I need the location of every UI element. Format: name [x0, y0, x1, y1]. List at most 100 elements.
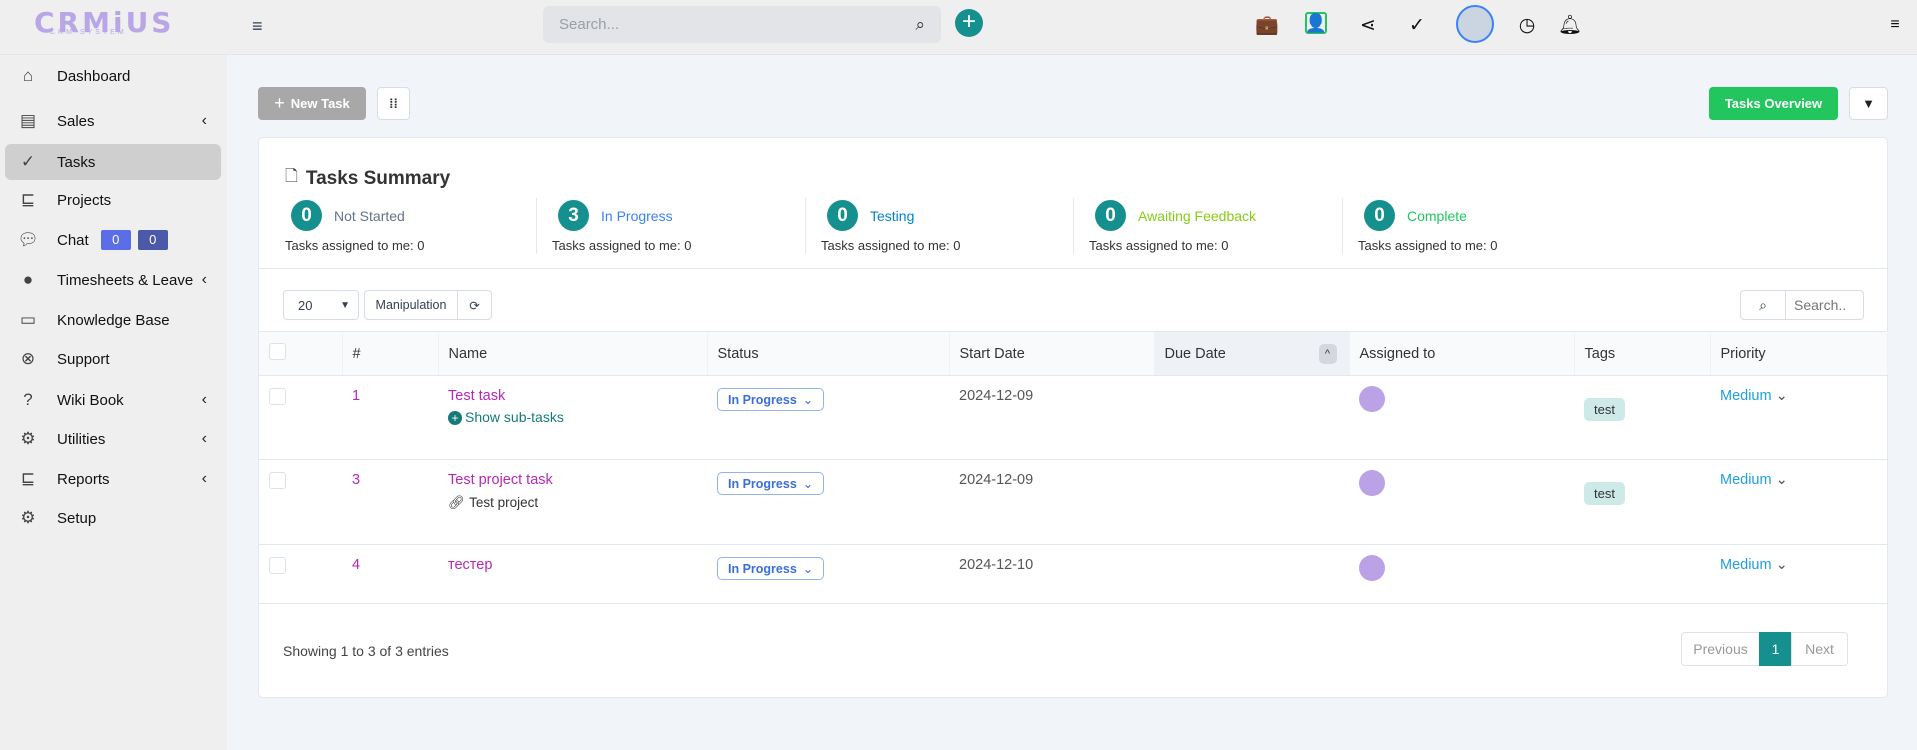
page-1-button[interactable]: 1: [1759, 632, 1792, 666]
sidebar-item-projects[interactable]: ⊑ Projects: [5, 182, 221, 218]
task-name-link[interactable]: Test project task: [448, 472, 553, 488]
new-task-button[interactable]: + New Task: [258, 87, 366, 120]
sidebar-item-label: Support: [57, 350, 110, 368]
task-id-link[interactable]: 4: [352, 557, 360, 573]
column-header[interactable]: Assigned to: [1349, 331, 1575, 376]
sidebar-item-knowledge-base[interactable]: ▭ Knowledge Base: [5, 302, 221, 338]
check-circle-icon: ✓: [20, 152, 36, 171]
sidebar-item-support[interactable]: ⊗ Support: [5, 341, 221, 377]
clock-icon[interactable]: ◷: [1514, 12, 1540, 38]
filter-icon: ▼: [1862, 96, 1875, 111]
sidebar-item-label: Knowledge Base: [57, 311, 170, 329]
menu-icon[interactable]: ≡: [1882, 12, 1908, 38]
sidebar-item-timesheets[interactable]: ● Timesheets & Leave ‹: [5, 262, 221, 298]
column-label: Status: [717, 345, 759, 362]
task-id-link[interactable]: 1: [352, 388, 360, 404]
column-header[interactable]: Tags: [1574, 331, 1711, 376]
project-name: Test project: [469, 495, 539, 510]
start-date: 2024-12-10: [949, 544, 1154, 604]
quick-add-button[interactable]: +: [955, 9, 983, 37]
previous-page-button[interactable]: Previous: [1681, 632, 1760, 666]
plus-circle-icon: +: [448, 411, 462, 425]
sidebar-item-label: Setup: [57, 509, 97, 527]
column-header[interactable]: Start Date: [949, 331, 1155, 376]
table-actions: Manipulation ⟳: [364, 290, 492, 320]
search-placeholder: Search...: [559, 16, 620, 33]
contact-chat-icon[interactable]: 👤: [1305, 12, 1327, 34]
chevron-down-icon: ⌄: [1775, 472, 1788, 488]
task-name-link[interactable]: тестер: [448, 557, 492, 573]
assignee-avatar[interactable]: [1359, 555, 1385, 581]
select-all-checkbox[interactable]: [269, 343, 286, 360]
priority-dropdown[interactable]: Medium ⌄: [1720, 472, 1788, 488]
document-icon: 🗋: [285, 168, 298, 185]
assignee-avatar[interactable]: [1359, 470, 1385, 496]
status-dropdown[interactable]: In Progress ⌄: [717, 472, 825, 495]
status-dropdown[interactable]: In Progress ⌄: [717, 388, 825, 411]
sidebar-toggle-icon[interactable]: ≡: [252, 16, 263, 37]
row-checkbox[interactable]: [269, 388, 286, 405]
share-icon[interactable]: ⋖: [1355, 12, 1381, 38]
page-size-value: 20: [298, 297, 313, 313]
sidebar-item-reports[interactable]: ⊑ Reports ‹: [5, 461, 221, 497]
bell-icon[interactable]: 🔔︎: [1557, 12, 1583, 38]
row-checkbox[interactable]: [269, 557, 286, 574]
sidebar-item-sales[interactable]: ▤ Sales ‹: [5, 103, 221, 139]
stat-assigned: Tasks assigned to me: 0: [285, 238, 425, 253]
column-header[interactable]: Name: [438, 331, 708, 376]
column-label: Start Date: [959, 345, 1025, 362]
page-size-select[interactable]: 20 ▼: [283, 290, 359, 320]
column-header[interactable]: Due Date ^: [1154, 331, 1350, 376]
task-id-link[interactable]: 3: [352, 472, 360, 488]
manipulation-button[interactable]: Manipulation: [365, 291, 458, 319]
priority-dropdown[interactable]: Medium ⌄: [1720, 557, 1788, 573]
priority-dropdown[interactable]: Medium ⌄: [1720, 388, 1788, 404]
filter-button[interactable]: ▼: [1849, 87, 1888, 120]
chevron-down-icon: ⌄: [802, 477, 814, 491]
stat-in-progress[interactable]: 3 In Progress Tasks assigned to me: 0: [552, 200, 691, 253]
stat-assigned: Tasks assigned to me: 0: [1358, 238, 1498, 253]
grid-view-button[interactable]: ⁞⁞: [377, 87, 410, 120]
stat-label: Complete: [1407, 207, 1467, 224]
subtasks-label: Show sub-tasks: [465, 409, 564, 425]
stat-count: 0: [291, 200, 322, 231]
chevron-left-icon: ‹: [201, 470, 207, 487]
column-header[interactable]: Priority: [1710, 331, 1888, 376]
stat-awaiting-feedback[interactable]: 0 Awaiting Feedback Tasks assigned to me: …: [1089, 200, 1256, 253]
search-input[interactable]: Search... ⌕: [543, 6, 941, 43]
grid-dots-icon: ⁞⁞: [389, 96, 398, 111]
task-name-link[interactable]: Test task: [448, 388, 505, 404]
next-page-button[interactable]: Next: [1791, 632, 1848, 666]
project-link[interactable]: 🔗︎ Test project: [448, 495, 707, 511]
show-subtasks-link[interactable]: + Show sub-tasks: [448, 409, 707, 425]
status-label: In Progress: [728, 392, 797, 407]
sidebar-item-label: Sales: [57, 112, 95, 130]
tasks-overview-button[interactable]: Tasks Overview: [1709, 87, 1838, 120]
assignee-avatar[interactable]: [1359, 386, 1385, 412]
search-icon[interactable]: ⌕: [915, 15, 925, 35]
status-dropdown[interactable]: In Progress ⌄: [717, 557, 825, 580]
sidebar-item-setup[interactable]: ⚙ Setup: [5, 500, 221, 536]
chat-icon: 💬︎: [17, 230, 39, 249]
stat-testing[interactable]: 0 Testing Tasks assigned to me: 0: [821, 200, 960, 253]
sidebar-item-tasks[interactable]: ✓ Tasks: [5, 144, 221, 180]
sidebar-item-chat[interactable]: 💬︎ Chat 0 0: [5, 222, 221, 258]
stat-complete[interactable]: 0 Complete Tasks assigned to me: 0: [1358, 200, 1497, 253]
user-avatar[interactable]: [1456, 5, 1494, 43]
row-checkbox[interactable]: [269, 472, 286, 489]
sidebar-item-dashboard[interactable]: ⌂ Dashboard: [5, 58, 221, 94]
briefcase-clock-icon[interactable]: 💼: [1254, 12, 1280, 38]
search-icon[interactable]: ⌕: [1741, 291, 1786, 319]
stat-not-started[interactable]: 0 Not Started Tasks assigned to me: 0: [285, 200, 424, 253]
column-header[interactable]: #: [342, 331, 439, 376]
sort-asc-icon[interactable]: ^: [1318, 344, 1337, 364]
table-search-input[interactable]: [1786, 291, 1863, 319]
sidebar-item-utilities[interactable]: ⚙ Utilities ‹: [5, 421, 221, 457]
top-bar: CRMiUS CRM SYSTEM ≡ Search... ⌕ + 💼 👤 ⋖ ✓…: [0, 0, 1917, 55]
due-date: [1154, 459, 1349, 545]
chevron-left-icon: ‹: [201, 430, 207, 447]
check-icon[interactable]: ✓: [1404, 12, 1430, 38]
column-header[interactable]: Status: [707, 331, 950, 376]
sidebar-item-wiki-book[interactable]: ? Wiki Book ‹: [5, 382, 221, 418]
refresh-icon[interactable]: ⟳: [458, 291, 491, 319]
